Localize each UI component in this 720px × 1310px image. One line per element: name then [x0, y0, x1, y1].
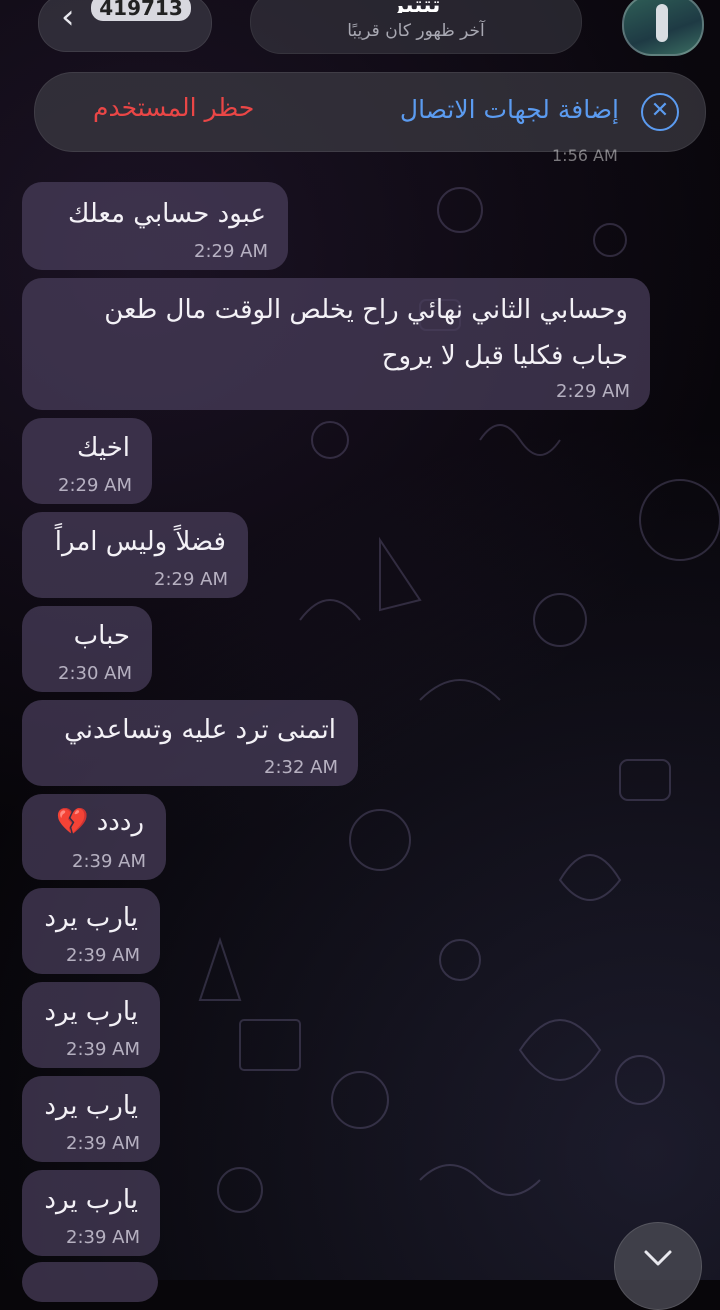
- message-bubble[interactable]: اتمنى ترد عليه وتساعدني 2:32 AM: [22, 700, 358, 786]
- message-text: اتمنى ترد عليه وتساعدني: [64, 715, 336, 745]
- chat-header: ‹ 419713 تتتبر آخر ظهور كان قريبًا: [0, 0, 720, 62]
- message-time: 2:29 AM: [194, 241, 268, 262]
- message-time: 1:56 AM: [552, 146, 618, 165]
- message-bubble[interactable]: وحسابي الثاني نهائي راح يخلص الوقت مال ط…: [22, 278, 650, 410]
- message-text: يارب يرد: [44, 997, 138, 1027]
- scroll-to-bottom-button[interactable]: [614, 1222, 702, 1310]
- chevron-down-icon: [644, 1250, 672, 1266]
- message-time: 2:29 AM: [154, 569, 228, 590]
- last-seen-status: آخر ظهور كان قريبًا: [347, 21, 485, 41]
- message-text: حباب فكليا قبل لا يروح: [381, 341, 628, 371]
- block-user-button[interactable]: حظر المستخدم: [93, 93, 254, 122]
- avatar[interactable]: [622, 0, 704, 56]
- message-bubble[interactable]: حباب 2:30 AM: [22, 606, 152, 692]
- message-time: 2:29 AM: [556, 381, 630, 402]
- message-bubble[interactable]: عبود حسابي معلك 2:29 AM: [22, 182, 288, 270]
- close-icon[interactable]: ✕: [641, 93, 679, 131]
- message-bubble[interactable]: رددد 💔 2:39 AM: [22, 794, 166, 880]
- chat-title[interactable]: تتتبر آخر ظهور كان قريبًا: [250, 0, 582, 54]
- message-time: 2:39 AM: [66, 1227, 140, 1248]
- message-text: رددد 💔: [56, 800, 144, 844]
- contact-name: تتتبر: [391, 0, 441, 13]
- message-text: حباب: [73, 621, 130, 651]
- add-to-contacts-button[interactable]: إضافة لجهات الاتصال: [400, 95, 619, 124]
- message-text: يارب يرد: [44, 903, 138, 933]
- message-text: عبود حسابي معلك: [68, 199, 266, 229]
- message-time: 2:29 AM: [58, 475, 132, 496]
- message-bubble[interactable]: فضلاً وليس امراً 2:29 AM: [22, 512, 248, 598]
- broken-heart-icon: 💔: [56, 807, 89, 837]
- message-text-body: رددد: [96, 807, 144, 837]
- message-text: وحسابي الثاني نهائي راح يخلص الوقت مال ط…: [104, 295, 628, 325]
- message-bubble[interactable]: يارب يرد 2:39 AM: [22, 1076, 160, 1162]
- message-time: 2:30 AM: [58, 663, 132, 684]
- message-time: 2:39 AM: [66, 1133, 140, 1154]
- message-bubble[interactable]: [22, 1262, 158, 1302]
- message-time: 2:39 AM: [72, 851, 146, 872]
- message-time: 2:39 AM: [66, 1039, 140, 1060]
- back-button[interactable]: ‹ 419713: [38, 0, 212, 52]
- chevron-left-icon: ‹: [61, 0, 75, 37]
- contact-action-bar: ✕ إضافة لجهات الاتصال حظر المستخدم: [34, 72, 706, 152]
- avatar-image: [656, 4, 668, 42]
- message-text: يارب يرد: [44, 1185, 138, 1215]
- message-text: يارب يرد: [44, 1091, 138, 1121]
- message-bubble[interactable]: اخيك 2:29 AM: [22, 418, 152, 504]
- message-bubble[interactable]: يارب يرد 2:39 AM: [22, 982, 160, 1068]
- unread-count-badge: 419713: [91, 0, 191, 21]
- message-text: اخيك: [76, 433, 130, 463]
- message-text: فضلاً وليس امراً: [54, 527, 226, 557]
- message-time: 2:39 AM: [66, 945, 140, 966]
- message-bubble[interactable]: يارب يرد 2:39 AM: [22, 1170, 160, 1256]
- message-bubble[interactable]: يارب يرد 2:39 AM: [22, 888, 160, 974]
- message-time: 2:32 AM: [264, 757, 338, 778]
